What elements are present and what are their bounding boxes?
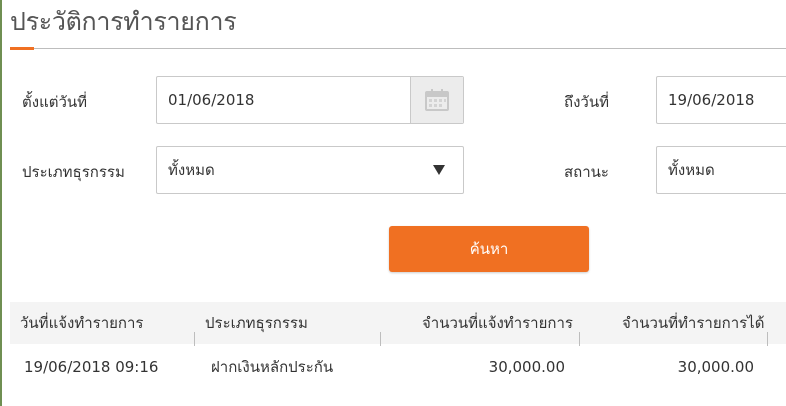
column-separator [194,332,195,346]
left-border [0,0,2,406]
column-separator [380,332,381,346]
from-date-input[interactable] [168,77,398,123]
cell-transaction-type: ฝากเงินหลักประกัน [211,358,334,376]
title-accent-bar [10,47,34,50]
cell-completed-amount: 30,000.00 [677,358,754,376]
to-date-label: ถึงวันที่ [564,93,609,111]
dropdown-arrow-icon [433,165,445,175]
to-date-field[interactable] [656,76,786,124]
page-title: ประวัติการทำรายการ [10,7,237,36]
cell-requested-amount: 30,000.00 [488,358,565,376]
column-header-completed-amount[interactable]: จำนวนที่ทำรายการได้ [622,302,764,344]
transaction-type-value: ทั้งหมด [168,161,215,179]
status-select[interactable]: ทั้งหมด [656,146,786,194]
transaction-type-select[interactable]: ทั้งหมด [156,146,464,194]
status-value: ทั้งหมด [668,161,715,179]
column-separator [579,332,580,346]
column-header-transaction-type[interactable]: ประเภทธุรกรรม [205,302,308,344]
table-header: วันที่แจ้งทำรายการ ประเภทธุรกรรม จำนวนที… [10,302,786,344]
title-divider [10,48,786,49]
status-label: สถานะ [564,163,609,181]
column-header-requested-amount[interactable]: จำนวนที่แจ้งทำรายการ [422,302,573,344]
from-date-label: ตั้งแต่วันที่ [22,93,88,111]
transaction-type-label: ประเภทธุรกรรม [22,163,125,181]
search-button[interactable]: ค้นหา [389,226,589,272]
cell-notify-date: 19/06/2018 09:16 [24,358,159,376]
calendar-icon [425,89,449,111]
to-date-input[interactable] [668,77,786,123]
column-header-notify-date[interactable]: วันที่แจ้งทำรายการ [20,302,144,344]
calendar-button[interactable] [410,77,463,123]
column-separator [767,332,768,346]
from-date-field[interactable] [156,76,464,124]
